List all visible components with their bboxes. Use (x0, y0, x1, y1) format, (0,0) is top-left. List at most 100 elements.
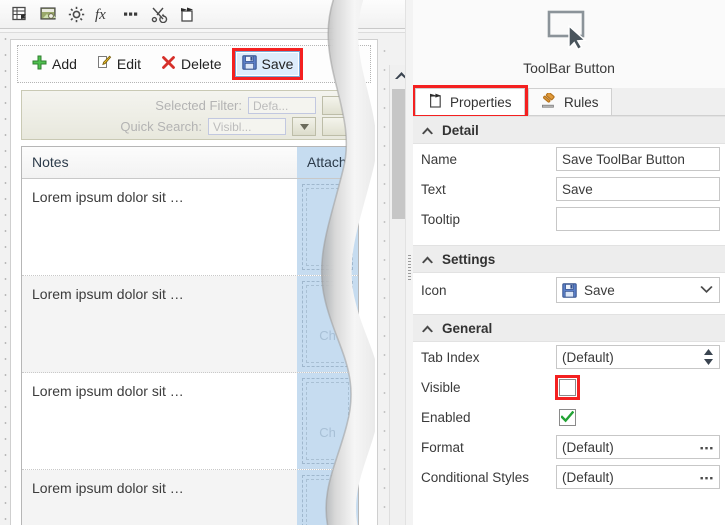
properties-panel: ToolBar Button Properties Rules Detail N… (413, 0, 725, 525)
cell-attachment[interactable] (297, 470, 358, 525)
cell-notes: Lorem ipsum dolor sit … (32, 286, 184, 302)
ellipsis-icon[interactable] (700, 470, 714, 484)
row-conditional-styles: Conditional Styles (Default) (413, 462, 725, 492)
label-icon: Icon (421, 282, 447, 298)
field-format[interactable]: (Default) (556, 435, 720, 459)
attachment-placeholder (306, 479, 349, 525)
label-enabled: Enabled (421, 409, 471, 425)
more-dots-icon[interactable] (118, 2, 146, 26)
attachment-placeholder: Ch (306, 285, 349, 363)
delete-button[interactable]: Delete (154, 51, 228, 77)
row-tab-index: Tab Index (Default) (413, 342, 725, 372)
grid-designer-icon[interactable] (6, 2, 34, 26)
section-header-detail[interactable]: Detail (413, 116, 725, 144)
designer-rail-right (380, 33, 389, 525)
cell-attachment[interactable]: Ch (297, 373, 358, 469)
field-name[interactable]: Save ToolBar Button (556, 147, 720, 171)
edit-button[interactable]: Edit (90, 51, 148, 77)
label-visible: Visible (421, 379, 461, 395)
quick-search-label: Quick Search: (120, 119, 202, 134)
attachment-placeholder: Ch (306, 382, 349, 460)
row-name: Name Save ToolBar Button (413, 144, 725, 174)
form-designer-panel: fx Add Edit Delete Save Selected Filter:… (0, 0, 412, 525)
cell-notes: Lorem ipsum dolor sit … (32, 189, 184, 205)
gavel-icon (541, 91, 558, 111)
designer-rail-left (2, 33, 9, 525)
function-fx-icon[interactable]: fx (90, 2, 118, 26)
tab-rules[interactable]: Rules (528, 88, 612, 115)
add-button[interactable]: Add (25, 51, 84, 77)
enabled-checkbox[interactable] (559, 408, 576, 426)
filter-extra-button[interactable] (322, 96, 350, 115)
cell-attachment[interactable] (297, 179, 358, 275)
add-button-label: Add (52, 56, 77, 72)
export-icon[interactable] (174, 2, 202, 26)
tab-properties-label: Properties (450, 94, 512, 110)
toolbar-button-icon (413, 8, 725, 50)
field-conditional-styles[interactable]: (Default) (556, 465, 720, 489)
floppy-disk-icon (241, 55, 257, 73)
row-text: Text Save (413, 174, 725, 204)
data-grid: Notes Attachm Lorem ipsum dolor sit … Lo… (21, 146, 359, 525)
cell-notes: Lorem ipsum dolor sit … (32, 383, 184, 399)
save-button-label: Save (261, 56, 294, 72)
properties-header: ToolBar Button (413, 0, 725, 88)
save-button[interactable]: Save (231, 48, 304, 80)
field-tooltip[interactable] (556, 207, 720, 231)
settings-gear-icon[interactable] (62, 2, 90, 26)
row-visible: Visible (413, 372, 725, 402)
delete-button-label: Delete (181, 56, 222, 72)
splitter-grip[interactable] (408, 255, 411, 281)
quick-search-button[interactable] (322, 117, 350, 136)
row-icon: Icon Save (413, 273, 725, 307)
label-conditional-styles: Conditional Styles (421, 469, 530, 485)
table-row[interactable]: Lorem ipsum dolor sit … Ch (22, 276, 358, 373)
form-design-canvas: Add Edit Delete Save Selected Filter: De… (0, 32, 412, 525)
label-name: Name (421, 151, 458, 167)
field-tab-index[interactable]: (Default) (556, 345, 720, 369)
visible-checkbox[interactable] (555, 374, 580, 400)
chevron-up-icon (421, 123, 434, 138)
chevron-up-icon (421, 252, 434, 267)
scissors-refresh-icon[interactable] (146, 2, 174, 26)
quick-search-input[interactable]: Visibl... (208, 118, 286, 135)
cell-attachment[interactable]: Ch (297, 276, 358, 372)
form-surface: Add Edit Delete Save Selected Filter: De… (10, 39, 378, 525)
field-tab-index-value: (Default) (562, 349, 614, 365)
page-title: ToolBar Button (523, 60, 615, 76)
floppy-disk-icon (562, 282, 577, 298)
spinner-arrows-icon[interactable] (703, 349, 714, 365)
edit-button-label: Edit (116, 56, 142, 72)
svg-text:fx: fx (95, 7, 106, 23)
properties-tabs: Properties Rules (413, 85, 725, 118)
pencil-page-icon (97, 55, 112, 73)
form-image-icon[interactable] (34, 2, 62, 26)
field-icon[interactable]: Save (556, 277, 720, 303)
designer-toolbar: fx (0, 0, 412, 29)
column-header-attachments[interactable]: Attachm (297, 147, 358, 178)
field-conditional-styles-value: (Default) (562, 469, 614, 485)
selected-filter-input[interactable]: Defa... (248, 97, 316, 114)
label-tooltip: Tooltip (421, 211, 461, 227)
tab-properties[interactable]: Properties (413, 85, 528, 118)
section-header-settings[interactable]: Settings (413, 245, 725, 273)
field-icon-value: Save (584, 282, 615, 298)
attachment-placeholder (306, 188, 349, 266)
table-row[interactable]: Lorem ipsum dolor sit … Ch (22, 373, 358, 470)
field-name-value: Save ToolBar Button (562, 151, 685, 167)
chevron-down-icon[interactable] (699, 283, 714, 298)
table-row[interactable]: Lorem ipsum dolor sit … (22, 470, 358, 525)
field-text[interactable]: Save (556, 177, 720, 201)
section-header-general[interactable]: General (413, 314, 725, 342)
tab-rules-label: Rules (564, 94, 599, 110)
properties-body: Detail Name Save ToolBar Button Text Sav… (413, 116, 725, 525)
quick-search-dropdown-icon[interactable] (292, 117, 316, 136)
ellipsis-icon[interactable] (700, 440, 714, 454)
selected-filter-label: Selected Filter: (155, 98, 242, 113)
app-window: fx Add Edit Delete Save Selected Filter:… (0, 0, 725, 525)
table-row[interactable]: Lorem ipsum dolor sit … (22, 179, 358, 276)
column-header-notes[interactable]: Notes (22, 147, 297, 178)
x-mark-icon (161, 55, 176, 73)
